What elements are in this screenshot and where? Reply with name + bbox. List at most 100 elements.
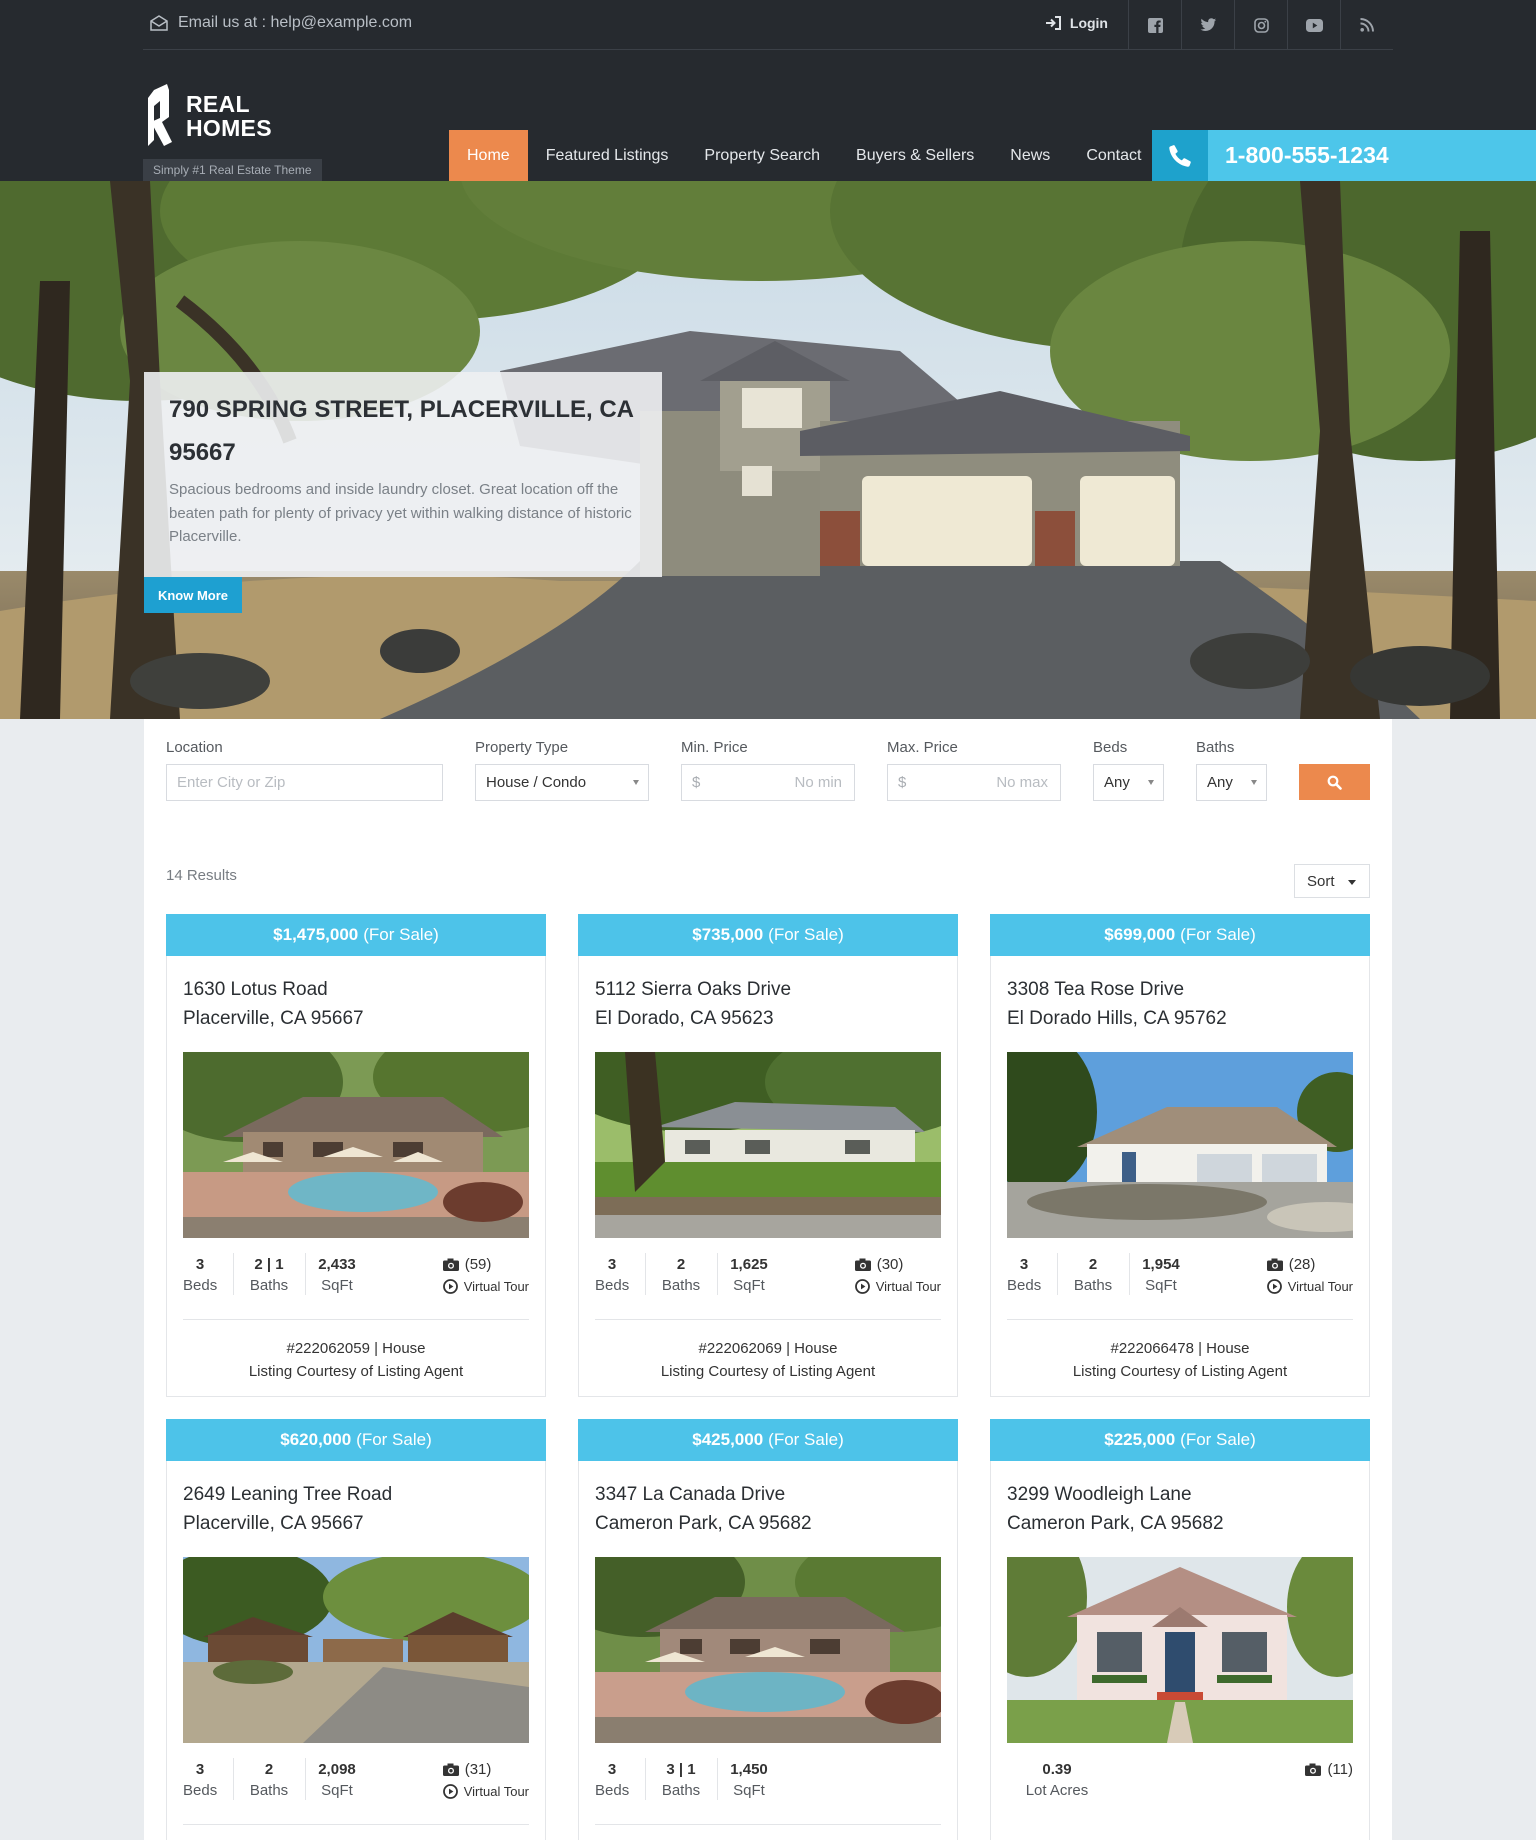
instagram-icon bbox=[1253, 17, 1269, 33]
photo-count[interactable]: (59) bbox=[442, 1254, 529, 1275]
property-photo[interactable] bbox=[1007, 1557, 1353, 1743]
twitter-icon bbox=[1200, 18, 1216, 31]
virtual-tour-link[interactable]: Virtual Tour bbox=[442, 1781, 529, 1802]
sqft-stat: 1,954 SqFt bbox=[1141, 1254, 1181, 1297]
baths-stat: 2 | 1 Baths bbox=[245, 1254, 293, 1297]
media-info: (28) Virtual Tour bbox=[1266, 1254, 1353, 1297]
beds-label: Beds bbox=[1007, 1277, 1042, 1294]
property-address[interactable]: 3308 Tea Rose Drive El Dorado Hills, CA … bbox=[991, 956, 1369, 1052]
max-price-field: Max. Price $ No max bbox=[887, 739, 1061, 801]
chevron-down-icon bbox=[633, 780, 639, 785]
know-more-button[interactable]: Know More bbox=[144, 577, 242, 613]
property-photo[interactable] bbox=[595, 1052, 941, 1238]
property-photo[interactable] bbox=[1007, 1052, 1353, 1238]
location-input[interactable]: Enter City or Zip bbox=[166, 764, 443, 801]
baths-count: 2 bbox=[1088, 1256, 1098, 1273]
property-address[interactable]: 3299 Woodleigh Lane Cameron Park, CA 956… bbox=[991, 1461, 1369, 1557]
main-content: Location Enter City or Zip Property Type… bbox=[144, 719, 1392, 1840]
min-price-label: Min. Price bbox=[681, 739, 748, 756]
baths-count: 2 bbox=[264, 1761, 274, 1778]
site-logo[interactable]: REAL HOMES bbox=[145, 84, 310, 150]
property-stats: 0.39 Lot Acres (11) bbox=[1007, 1743, 1353, 1825]
instagram-link[interactable] bbox=[1234, 0, 1287, 50]
property-card[interactable]: $735,000 (For Sale) 5112 Sierra Oaks Driv… bbox=[578, 914, 958, 1397]
stat-divider bbox=[1129, 1253, 1130, 1295]
listing-footer: #222062059 | House Listing Courtesy of L… bbox=[167, 1320, 545, 1383]
sort-dropdown[interactable]: Sort bbox=[1294, 864, 1370, 898]
property-address[interactable]: 5112 Sierra Oaks Drive El Dorado, CA 956… bbox=[579, 956, 957, 1052]
virtual-tour-link[interactable]: Virtual Tour bbox=[854, 1276, 941, 1297]
photo-count[interactable]: (31) bbox=[442, 1759, 529, 1780]
nav-featured-listings[interactable]: Featured Listings bbox=[528, 130, 687, 181]
media-info: (30) Virtual Tour bbox=[854, 1254, 941, 1297]
max-price-input[interactable]: $ No max bbox=[887, 764, 1061, 801]
property-card[interactable]: $1,475,000 (For Sale) 1630 Lotus Road Pla… bbox=[166, 914, 546, 1397]
property-card[interactable]: $225,000 (For Sale) 3299 Woodleigh Lane C… bbox=[990, 1419, 1370, 1840]
twitter-link[interactable] bbox=[1181, 0, 1234, 50]
property-card[interactable]: $620,000 (For Sale) 2649 Leaning Tree Roa… bbox=[166, 1419, 546, 1840]
price: $225,000 bbox=[1104, 1430, 1176, 1449]
sqft-label: SqFt bbox=[321, 1277, 353, 1294]
min-price-input[interactable]: $ No min bbox=[681, 764, 855, 801]
baths-label: Baths bbox=[249, 1277, 289, 1294]
rss-link[interactable] bbox=[1340, 0, 1393, 50]
login-link[interactable]: Login bbox=[1045, 15, 1108, 31]
property-photo-image bbox=[1007, 1052, 1353, 1238]
baths-select[interactable]: Any bbox=[1196, 764, 1267, 801]
play-circle-icon bbox=[1266, 1279, 1282, 1294]
sqft-label: SqFt bbox=[733, 1782, 765, 1799]
nav-property-search[interactable]: Property Search bbox=[686, 130, 838, 181]
sale-status: (For Sale) bbox=[356, 1430, 432, 1449]
stat-divider bbox=[233, 1758, 234, 1800]
beds-select[interactable]: Any bbox=[1093, 764, 1164, 801]
listing-courtesy: Listing Courtesy of Listing Agent bbox=[248, 1363, 464, 1380]
sale-status: (For Sale) bbox=[768, 925, 844, 944]
property-type-select[interactable]: House / Condo bbox=[475, 764, 649, 801]
nav-news[interactable]: News bbox=[992, 130, 1068, 181]
site-header: Email us at : help@example.com Login REA… bbox=[0, 0, 1536, 181]
property-card[interactable]: $699,000 (For Sale) 3308 Tea Rose Drive E… bbox=[990, 914, 1370, 1397]
listing-courtesy: Listing Courtesy of Listing Agent bbox=[1072, 1363, 1288, 1380]
property-photo[interactable] bbox=[183, 1557, 529, 1743]
photo-count[interactable]: (30) bbox=[854, 1254, 941, 1275]
phone-icon bbox=[1169, 144, 1191, 167]
sale-status: (For Sale) bbox=[768, 1430, 844, 1449]
results-count: 14 Results bbox=[166, 867, 237, 884]
virtual-tour-link[interactable]: Virtual Tour bbox=[1266, 1276, 1353, 1297]
nav-contact[interactable]: Contact bbox=[1068, 130, 1159, 181]
beds-value: Any bbox=[1104, 774, 1130, 791]
search-button[interactable] bbox=[1299, 764, 1370, 800]
beds-count: 3 bbox=[195, 1256, 205, 1273]
facebook-link[interactable] bbox=[1128, 0, 1181, 50]
property-photo[interactable] bbox=[595, 1557, 941, 1743]
sqft-label: SqFt bbox=[1145, 1277, 1177, 1294]
email-contact[interactable]: Email us at : help@example.com bbox=[150, 14, 412, 32]
property-card[interactable]: $425,000 (For Sale) 3347 La Canada Drive … bbox=[578, 1419, 958, 1840]
phone-banner[interactable]: 1-800-555-1234 bbox=[1152, 130, 1536, 181]
price-bar: $1,475,000 (For Sale) bbox=[166, 914, 546, 956]
photo-count-text: (28) bbox=[1288, 1256, 1316, 1273]
photo-count[interactable]: (28) bbox=[1266, 1254, 1353, 1275]
nav-buyers-sellers[interactable]: Buyers & Sellers bbox=[838, 130, 992, 181]
main-nav: Home Featured Listings Property Search B… bbox=[449, 130, 1159, 181]
virtual-tour-label: Virtual Tour bbox=[463, 1784, 529, 1799]
nav-home[interactable]: Home bbox=[449, 130, 528, 181]
virtual-tour-link[interactable]: Virtual Tour bbox=[442, 1276, 529, 1297]
photo-count-text: (31) bbox=[464, 1761, 492, 1778]
property-photo-image bbox=[595, 1052, 941, 1238]
stat-divider bbox=[305, 1758, 306, 1800]
address-street: 1630 Lotus Road bbox=[183, 979, 328, 1000]
property-address[interactable]: 1630 Lotus Road Placerville, CA 95667 bbox=[167, 956, 545, 1052]
hero-description: Spacious bedrooms and inside laundry clo… bbox=[169, 481, 632, 545]
baths-label: Baths bbox=[661, 1782, 701, 1799]
logo-line-1: REAL bbox=[186, 91, 250, 117]
property-address[interactable]: 3347 La Canada Drive Cameron Park, CA 95… bbox=[579, 1461, 957, 1557]
media-info: (31) Virtual Tour bbox=[442, 1759, 529, 1802]
property-photo[interactable] bbox=[183, 1052, 529, 1238]
photo-count-text: (30) bbox=[876, 1256, 904, 1273]
photo-count[interactable]: (11) bbox=[1305, 1759, 1353, 1780]
youtube-link[interactable] bbox=[1287, 0, 1340, 50]
property-address[interactable]: 2649 Leaning Tree Road Placerville, CA 9… bbox=[167, 1461, 545, 1557]
baths-count: 2 | 1 bbox=[254, 1256, 284, 1273]
facebook-icon bbox=[1147, 17, 1163, 33]
